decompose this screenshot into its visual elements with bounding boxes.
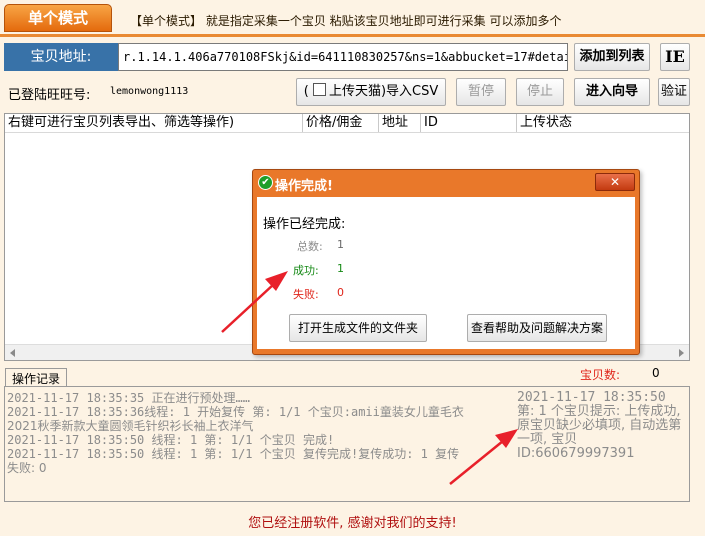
registration-footer: 您已经注册软件, 感谢对我们的支持! [248, 516, 457, 531]
account-value: lemonwong1113 [110, 86, 189, 97]
dialog-message: 操作已经完成: [263, 217, 346, 232]
fail-label: 失败: [293, 288, 319, 301]
success-check-icon: ✔ [258, 175, 273, 190]
upload-tmall-label: 上传天猫 [328, 84, 381, 99]
pause-button[interactable]: 暂停 [456, 78, 506, 106]
stop-button[interactable]: 停止 [516, 78, 564, 106]
column-header-item[interactable]: 右键可进行宝贝列表导出、筛选等操作) [5, 114, 303, 132]
log-side-message: 2021-11-17 18:35:50 第: 1 个宝贝提示: 上传成功, 原宝… [517, 391, 685, 461]
log-line: 2021-11-17 18:35:50 线程: 1 第: 1/1 个宝贝 复传完… [7, 447, 460, 461]
help-solutions-button[interactable]: 查看帮助及问题解决方案 [467, 314, 607, 342]
dialog-title: 操作完成! [275, 179, 333, 194]
log-line: 2021秋季新款大童圆领毛针织衫长袖上衣洋气 [7, 419, 254, 433]
column-header-upload-status[interactable]: 上传状态 [517, 114, 689, 132]
csv-paren-open: ( [303, 84, 309, 99]
mode-description: 【单个模式】 就是指定采集一个宝贝 粘贴该宝贝地址即可进行采集 可以添加多个 [130, 14, 562, 28]
log-line: 2021-11-17 18:35:36线程: 1 开始复传 第: 1/1 个宝贝… [7, 405, 464, 419]
success-label: 成功: [293, 264, 319, 277]
log-line: 2021-11-17 18:35:50 线程: 1 第: 1/1 个宝贝 完成! [7, 433, 335, 447]
success-value: 1 [337, 262, 344, 275]
upload-tmall-checkbox[interactable] [312, 83, 326, 96]
operation-complete-dialog: ✔ 操作完成! ✕ 操作已经完成: 总数: 1 成功: 1 失败: 0 打开生成… [252, 169, 640, 355]
total-label: 总数: [297, 240, 323, 253]
item-count-label: 宝贝数: [580, 368, 621, 382]
enter-wizard-button[interactable]: 进入向导 [574, 78, 650, 106]
import-csv-label: )导入CSV [380, 84, 439, 99]
table-header-divider [5, 132, 689, 133]
log-side-time: 2021-11-17 18:35:50 [517, 390, 666, 405]
log-line: 失败: 0 [7, 461, 47, 475]
log-line: 2021-11-17 18:35:35 正在进行预处理…… [7, 391, 250, 405]
open-output-folder-button[interactable]: 打开生成文件的文件夹 [289, 314, 427, 342]
column-header-price[interactable]: 价格/佣金 [303, 114, 379, 132]
address-input[interactable]: r.1.14.1.406a770108FSkj&id=641110830257&… [118, 43, 568, 71]
close-icon[interactable]: ✕ [595, 173, 635, 191]
dialog-body: 操作已经完成: 总数: 1 成功: 1 失败: 0 打开生成文件的文件夹 查看帮… [257, 197, 635, 349]
import-csv-button[interactable]: ( 上传天猫)导入CSV [296, 78, 446, 106]
total-value: 1 [337, 238, 344, 251]
log-side-text: 第: 1 个宝贝提示: 上传成功, 原宝贝缺少必填项, 自动选第一项, 宝贝ID… [517, 404, 682, 461]
address-label: 宝贝地址: [4, 43, 118, 71]
column-header-address[interactable]: 地址 [379, 114, 421, 132]
tab-single-mode[interactable]: 单个模式 [4, 4, 112, 32]
scroll-right-icon [679, 349, 684, 357]
column-header-id[interactable]: ID [421, 114, 517, 132]
scroll-left-icon [10, 349, 15, 357]
ie-button[interactable]: IE [660, 43, 690, 71]
verify-button[interactable]: 验证 [658, 78, 690, 106]
operation-log-panel[interactable]: 2021-11-17 18:35:35 正在进行预处理…… 2021-11-17… [4, 386, 690, 502]
fail-value: 0 [337, 286, 344, 299]
account-label: 已登陆旺旺号: [8, 88, 91, 103]
add-to-list-button[interactable]: 添加到列表 [574, 43, 650, 71]
header-divider [0, 34, 705, 37]
item-count-value: 0 [652, 366, 660, 380]
